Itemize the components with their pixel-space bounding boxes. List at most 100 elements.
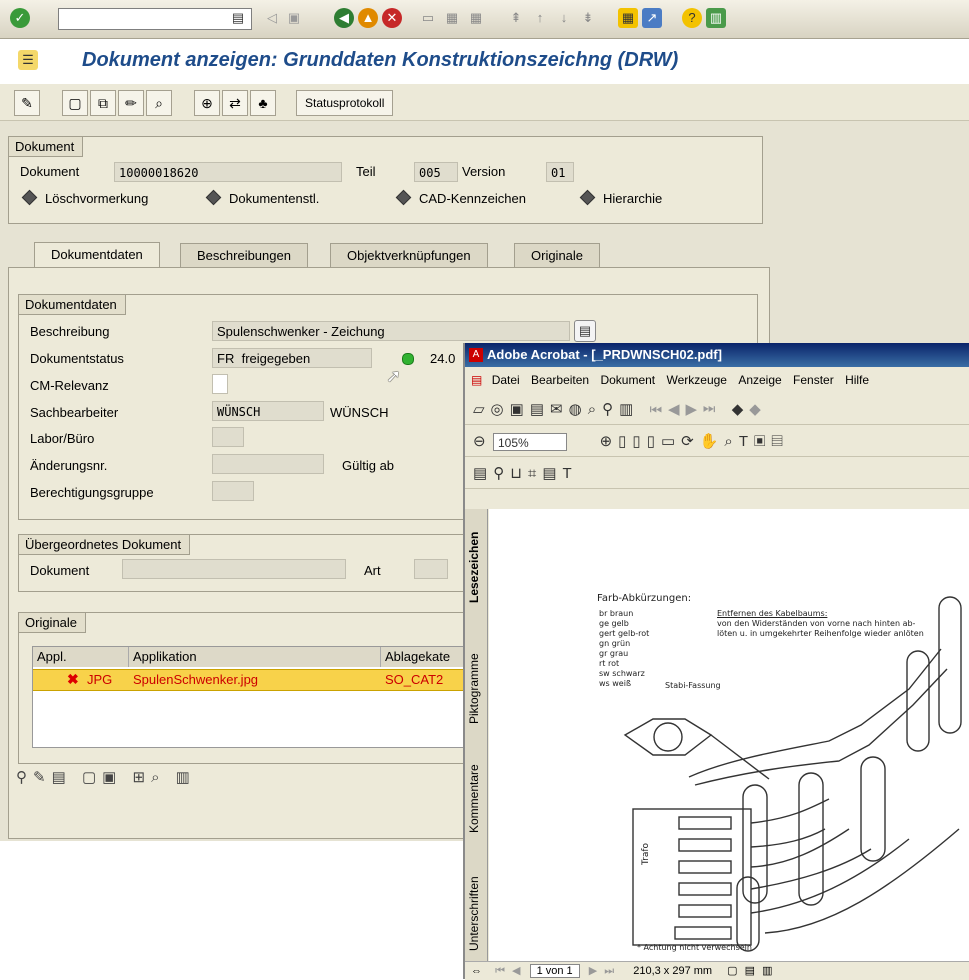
last-page-nav-icon[interactable]: ⏭	[703, 401, 722, 418]
next-page-icon[interactable]: ↓	[554, 8, 574, 28]
print-file-icon[interactable]: ▤	[530, 401, 550, 418]
highlight-icon[interactable]: ⊔	[510, 465, 528, 482]
facing-icon[interactable]: ▥	[762, 965, 772, 977]
prev-page-icon[interactable]: ↑	[530, 8, 550, 28]
next-page-nav-icon[interactable]: ▶	[686, 401, 704, 418]
last-page-icon[interactable]: ⇟	[578, 8, 598, 28]
open-icon[interactable]: ▣	[102, 769, 122, 786]
print-icon[interactable]: ▭	[418, 8, 438, 28]
delete-icon[interactable]: ▥	[176, 769, 196, 786]
go-back-icon[interactable]: ◆	[732, 401, 750, 418]
menu-datei[interactable]: Datei	[492, 373, 520, 387]
menu-hilfe[interactable]: Hilfe	[845, 373, 869, 387]
menu-fenster[interactable]: Fenster	[793, 373, 834, 387]
menu-dokument[interactable]: Dokument	[600, 373, 655, 387]
hand-tool-icon[interactable]: ✋	[700, 433, 725, 450]
status-field[interactable]: FR freigegeben	[212, 348, 372, 368]
zoom-in-icon[interactable]: ⊕	[600, 433, 619, 450]
search-advanced-icon[interactable]: ⚲	[602, 401, 619, 418]
change-number-field[interactable]	[212, 454, 324, 474]
continuous-icon[interactable]: ▤	[745, 965, 755, 977]
web-icon[interactable]: ◍	[569, 401, 588, 418]
zoom-tool-icon[interactable]: ⌕	[724, 433, 738, 450]
tab-objektverknuepfungen[interactable]: Objektverknüpfungen	[330, 243, 488, 268]
display-icon[interactable]: ⌕	[146, 90, 172, 116]
layout-icon[interactable]: ▥	[706, 8, 726, 28]
exit-icon[interactable]: ▲	[358, 8, 378, 28]
tab-unterschriften[interactable]: Unterschriften	[467, 864, 485, 964]
actual-size-icon[interactable]: ▯	[618, 433, 632, 450]
enter-icon[interactable]: ✓	[10, 8, 30, 28]
link-cad-indicator[interactable]: CAD-Kennzeichen	[395, 189, 526, 206]
link-delete-flag[interactable]: Löschvormerkung	[21, 189, 148, 206]
film-icon[interactable]: ▤	[473, 465, 493, 482]
col-appl[interactable]: Appl.	[33, 647, 129, 667]
description-field[interactable]: Spulenschwenker - Zeichung	[212, 321, 570, 341]
lab-field[interactable]	[212, 427, 244, 447]
check-in-icon[interactable]: ⊞	[132, 769, 151, 786]
menu-icon[interactable]: ☰	[18, 50, 38, 70]
nav-pane-icon[interactable]: ⇔	[471, 965, 482, 977]
acrobat-title-bar[interactable]: Adobe Acrobat - [_PRDWNSCH02.pdf]	[465, 343, 969, 367]
auth-group-field[interactable]	[212, 481, 254, 501]
open-file-icon[interactable]: ▱	[473, 401, 491, 418]
pages-icon[interactable]: ▥	[619, 401, 639, 418]
command-history-icon[interactable]: ▤	[228, 8, 248, 28]
tab-dokumentdaten[interactable]: Dokumentdaten	[34, 242, 160, 269]
save-file-icon[interactable]: ▣	[510, 401, 530, 418]
zoom-out-icon[interactable]: ⊖	[473, 433, 492, 450]
table-row[interactable]: ✖ JPG SpulenSchwenker.jpg SO_CAT2	[33, 669, 473, 691]
copy-icon[interactable]: ⧉	[90, 90, 116, 116]
doc-number-field[interactable]: 10000018620	[114, 162, 342, 182]
attach-icon[interactable]: ⚲	[493, 465, 510, 482]
tab-kommentare[interactable]: Kommentare	[467, 754, 485, 844]
tab-lesezeichen[interactable]: Lesezeichen	[467, 517, 485, 617]
save-icon[interactable]: ▣	[284, 8, 304, 28]
link-doc-structure[interactable]: Dokumentenstl.	[205, 189, 319, 206]
menu-anzeige[interactable]: Anzeige	[738, 373, 781, 387]
page-number-field[interactable]: 1 von 1	[529, 964, 580, 978]
command-field[interactable]	[58, 8, 252, 30]
find-next-icon[interactable]: ▦	[466, 8, 486, 28]
create-icon[interactable]: ▢	[62, 90, 88, 116]
other-document-icon[interactable]: ✎	[14, 90, 40, 116]
sign-icon[interactable]: ▤	[542, 465, 562, 482]
cancel-icon[interactable]: ✕	[382, 8, 402, 28]
back-arrow-icon[interactable]: ◁	[262, 8, 282, 28]
reflow-icon[interactable]: ▭	[661, 433, 681, 450]
part-field[interactable]: 005	[414, 162, 458, 182]
menu-bearbeiten[interactable]: Bearbeiten	[531, 373, 589, 387]
col-storage[interactable]: Ablagekate	[381, 647, 473, 667]
search-icon[interactable]: ⌕	[588, 401, 602, 418]
pdf-page[interactable]: Farb-Abkürzungen: br braun ge gelb gert …	[489, 509, 969, 961]
view-icon[interactable]: ⌕	[151, 769, 165, 786]
first-page-icon[interactable]: ⇞	[506, 8, 526, 28]
organizer-icon[interactable]: ◎	[491, 401, 510, 418]
status-prev-icon[interactable]: ◀	[512, 965, 520, 977]
new-session-icon[interactable]: ▦	[618, 8, 638, 28]
hierarchy-icon[interactable]: ♣	[250, 90, 276, 116]
crop-icon[interactable]: ⌗	[528, 465, 542, 482]
status-last-icon[interactable]: ⏭	[604, 965, 614, 977]
single-page-icon[interactable]: ▢	[727, 965, 737, 977]
version-field[interactable]: 01	[546, 162, 574, 182]
parent-art-field[interactable]	[414, 559, 448, 579]
note-icon[interactable]: ▤	[771, 433, 788, 450]
prev-page-nav-icon[interactable]: ◀	[668, 401, 686, 418]
structure-icon[interactable]: ⇄	[222, 90, 248, 116]
tab-piktogramme[interactable]: Piktogramme	[467, 639, 485, 739]
change-icon[interactable]: ✏	[118, 90, 144, 116]
status-log-button[interactable]: Statusprotokoll	[296, 90, 394, 116]
touchup-text-icon[interactable]: T	[563, 465, 578, 482]
menu-werkzeuge[interactable]: Werkzeuge	[666, 373, 726, 387]
email-icon[interactable]: ✉	[550, 401, 569, 418]
details-icon[interactable]: ⚲	[16, 769, 33, 786]
link-hierarchy[interactable]: Hierarchie	[579, 189, 662, 206]
long-text-icon[interactable]: ▤	[574, 320, 596, 342]
new-original-icon[interactable]: ▢	[82, 769, 102, 786]
fit-width-icon[interactable]: ▯	[647, 433, 661, 450]
status-first-icon[interactable]: ⏮	[495, 965, 505, 977]
first-page-nav-icon[interactable]: ⏮	[649, 401, 668, 418]
parent-doc-field[interactable]	[122, 559, 346, 579]
find-icon[interactable]: ▦	[442, 8, 462, 28]
